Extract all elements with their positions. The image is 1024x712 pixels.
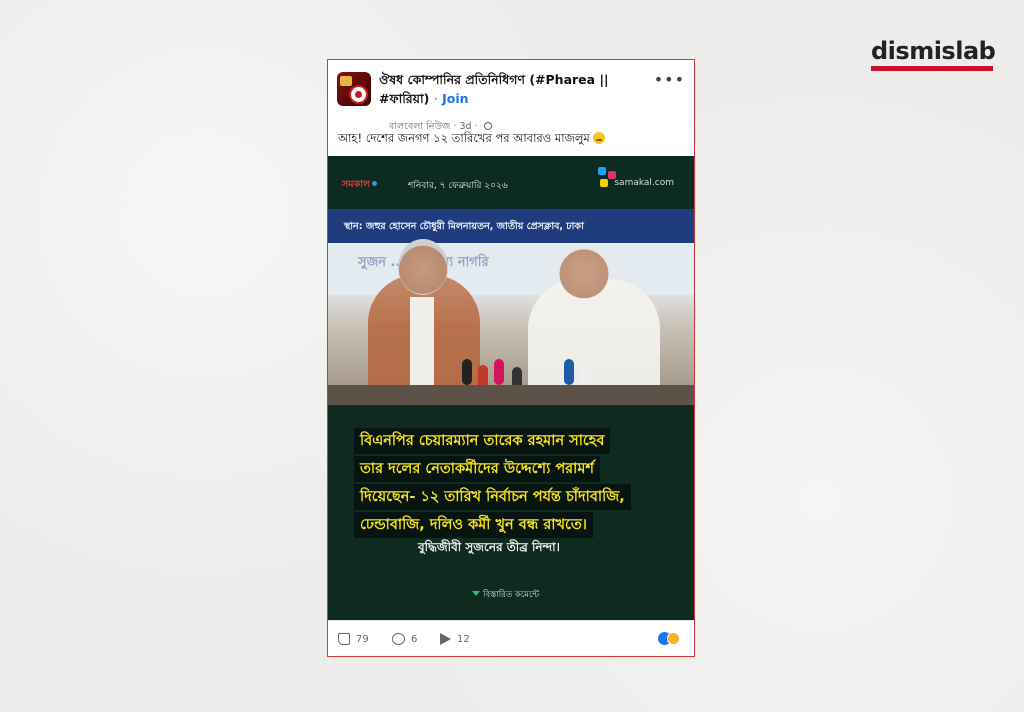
comment-button[interactable]: 6 (392, 633, 417, 645)
like-count: 79 (356, 633, 369, 645)
avatar-badge-icon (340, 76, 352, 86)
image-date: শনিবার, ৭ ফেব্রুয়ারি ২০২৬ (408, 181, 508, 191)
group-name-line: ঔষধ কোম্পানির প্রতিনিধিগণ (#Pharea || #ফ… (379, 70, 649, 108)
samakal-logo-text: সমকাল (342, 179, 371, 190)
dot-separator: · (433, 91, 438, 106)
headline-panel: বিএনপির চেয়ারম্যান তারেক রহমান সাহেব তা… (354, 428, 670, 540)
brand-logo-text: dismislab (871, 37, 996, 65)
thumbs-up-icon (338, 633, 350, 645)
comment-count: 6 (411, 633, 418, 645)
like-button[interactable]: 79 (338, 633, 369, 645)
post-text: আহ! দেশের জনগণ ১২ তারিখের পর আবারও মাজলু… (338, 131, 590, 145)
microphone-icon (494, 359, 504, 385)
image-top-bar: সমকাল শনিবার, ৭ ফেব্রুয়ারি ২০২৬ samakal… (328, 156, 694, 209)
arrow-down-icon (472, 591, 480, 596)
facebook-post-card: ঔষধ কোম্পানির প্রতিনিধিগণ (#Pharea || #ফ… (327, 59, 695, 657)
speaker-left-shirt (410, 297, 434, 387)
social-icon (600, 179, 608, 187)
press-conference-photo: স্থান: জহুর হোসেন চৌধুরী মিলনায়তন, জাতী… (328, 209, 694, 405)
share-icon (440, 633, 451, 645)
haha-reaction-icon (667, 632, 680, 645)
speaker-right-head (558, 243, 610, 299)
more-horizontal-icon[interactable]: ••• (654, 72, 685, 88)
headline-line: দিয়েছেন- ১২ তারিখ নির্বাচন পর্যন্ত চাঁদ… (354, 484, 631, 510)
globe-icon (483, 122, 492, 130)
comment-hint: বিস্তারিত কমেন্টে (472, 588, 539, 602)
group-avatar[interactable] (337, 72, 371, 106)
samakal-logo: সমকাল (342, 178, 378, 193)
headline-line: বিএনপির চেয়ারম্যান তারেক রহমান সাহেব (354, 428, 611, 454)
venue-text: স্থান: জহুর হোসেন চৌধুরী মিলনায়তন, জাতী… (344, 221, 584, 232)
share-count: 12 (457, 633, 470, 645)
reactions-summary[interactable] (658, 632, 686, 646)
join-button[interactable]: Join (442, 91, 468, 106)
comment-hint-text: বিস্তারিত কমেন্টে (483, 590, 540, 600)
venue-banner: স্থান: জহুর হোসেন চৌধুরী মিলনায়তন, জাতী… (328, 209, 694, 243)
brand-underline (871, 66, 993, 71)
headline-line: ঢেন্ডাবাজি, দলিও কর্মী খুন বন্ধ রাখতে। (354, 512, 593, 538)
social-icon (598, 167, 606, 175)
samakal-dot-icon (372, 181, 378, 186)
dismislab-logo: dismislab (871, 37, 996, 71)
microphone-icon (564, 359, 574, 385)
image-subline: বুদ্ধিজীবী সুজনের তীব্র নিন্দা। (418, 540, 560, 554)
post-footer: 79 6 12 (328, 620, 694, 656)
post-header: ঔষধ কোম্পানির প্রতিনিধিগণ (#Pharea || #ফ… (337, 72, 687, 132)
post-caption: আহ! দেশের জনগণ ১২ তারিখের পর আবারও মাজলু… (338, 130, 605, 149)
headline-line: তার দলের নেতাকর্মীদের উদ্দেশ্যে পরামর্শ (354, 456, 600, 482)
sad-face-emoji-icon (592, 132, 605, 144)
table-edge (328, 385, 694, 405)
comment-icon (392, 633, 405, 645)
group-name[interactable]: ঔষধ কোম্পানির প্রতিনিধিগণ (#Pharea || #ফ… (379, 72, 609, 106)
microphone-icon (462, 359, 472, 385)
speaker-left-head (398, 239, 448, 295)
post-image[interactable]: সমকাল শনিবার, ৭ ফেব্রুয়ারি ২০২৬ samakal… (328, 156, 694, 620)
avatar-logo-icon (349, 85, 368, 104)
share-button[interactable]: 12 (440, 633, 470, 645)
samakal-site: samakal.com (614, 178, 674, 188)
